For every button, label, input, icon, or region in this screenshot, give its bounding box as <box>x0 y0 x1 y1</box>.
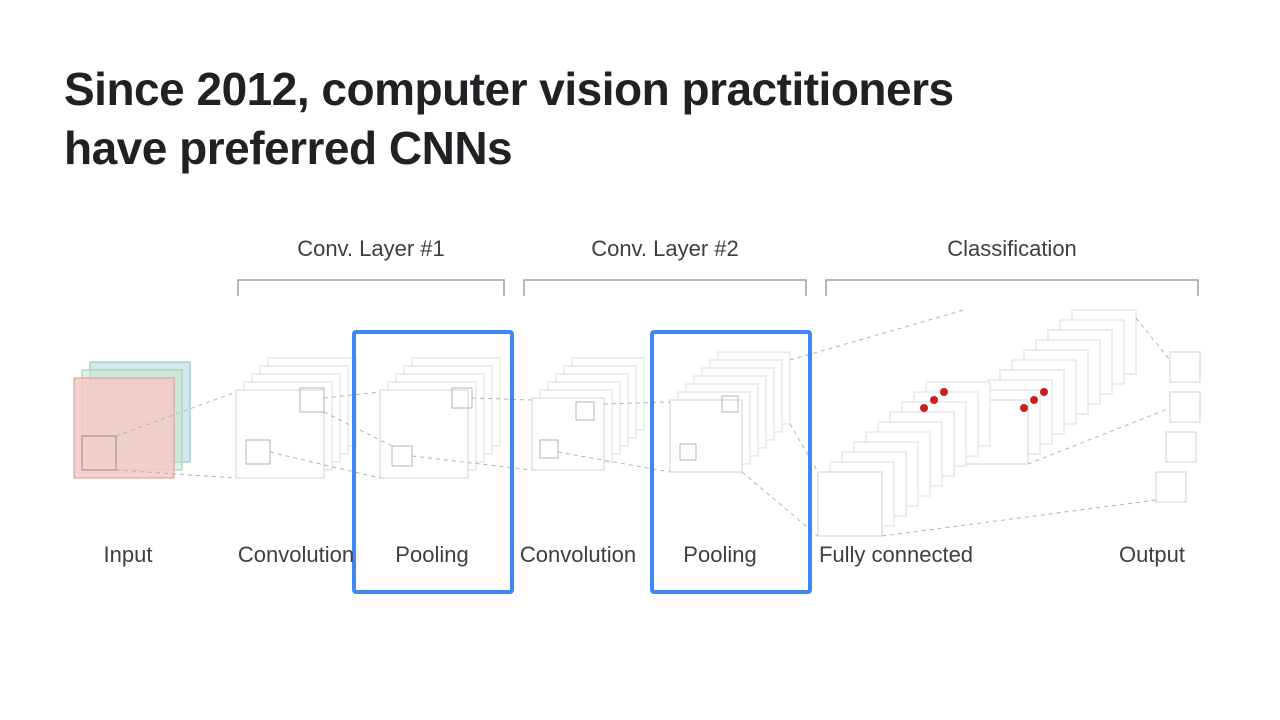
stage-label-conv-a: Convolution <box>238 542 354 567</box>
stage-label-output: Output <box>1119 542 1185 567</box>
conv2-stack <box>532 358 644 470</box>
pool1-stack <box>380 358 500 478</box>
stage-label-pool-b: Pooling <box>683 542 756 567</box>
stage-label-input: Input <box>104 542 153 567</box>
input-tiles <box>74 362 190 478</box>
fc-stacks <box>818 310 1136 536</box>
stage-label-conv-b: Convolution <box>520 542 636 567</box>
conv1-stack <box>236 358 356 478</box>
section-label-classification: Classification <box>947 236 1077 261</box>
bracket-conv1: Conv. Layer #1 <box>238 236 504 296</box>
output-nodes <box>1156 352 1200 502</box>
section-label-conv1: Conv. Layer #1 <box>297 236 445 261</box>
stage-label-pool-a: Pooling <box>395 542 468 567</box>
bracket-classification: Classification <box>826 236 1198 296</box>
section-label-conv2: Conv. Layer #2 <box>591 236 739 261</box>
diagram-svg: Conv. Layer #1 Conv. Layer #2 Classifica… <box>0 0 1280 720</box>
bracket-conv2: Conv. Layer #2 <box>524 236 806 296</box>
stage-label-fc: Fully connected <box>819 542 973 567</box>
slide: Since 2012, computer vision practitioner… <box>0 0 1280 720</box>
pool2-stack <box>670 352 790 472</box>
